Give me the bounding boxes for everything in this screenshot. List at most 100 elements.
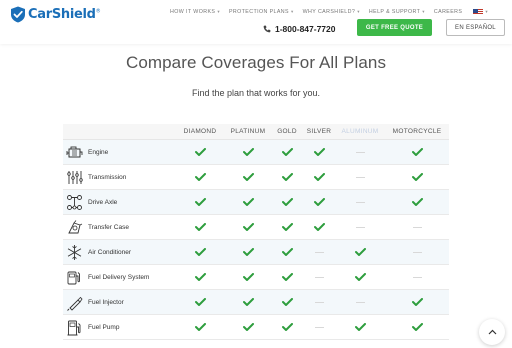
check-icon	[242, 248, 254, 256]
check-icon	[281, 248, 293, 256]
table-header-row: DIAMOND PLATINUM GOLD SILVER ALUMINUM MOTORCY…	[63, 124, 449, 140]
check-icon	[281, 273, 293, 281]
nav-item-protection-plans[interactable]: PROTECTION PLANS ▾	[229, 9, 294, 15]
coverage-cell	[385, 265, 449, 289]
feature-name: Engine	[88, 148, 109, 156]
feature-cell: Fuel Pump	[63, 319, 175, 336]
main-nav: HOW IT WORKS ▾ PROTECTION PLANS ▾ WHY CARSHI…	[170, 9, 497, 15]
coverage-cell	[271, 265, 303, 289]
coverage-cell	[385, 165, 449, 189]
nav-item-how-it-works[interactable]: HOW IT WORKS ▾	[170, 9, 220, 15]
coverage-cell	[175, 290, 225, 314]
coverage-cell	[271, 290, 303, 314]
plan-header-diamond: DIAMOND	[183, 128, 217, 135]
en-espanol-button[interactable]: EN ESPAÑOL	[446, 19, 505, 36]
get-free-quote-button[interactable]: GET FREE QUOTE	[357, 19, 432, 36]
check-icon	[194, 223, 206, 231]
check-icon	[354, 273, 366, 281]
snowflake-icon	[66, 244, 83, 261]
feature-name: Fuel Injector	[88, 298, 124, 306]
scroll-to-top-button[interactable]	[479, 319, 505, 345]
plan-header-motorcycle: MOTORCYCLE	[392, 128, 442, 135]
feature-name: Air Conditioner	[88, 248, 131, 256]
fuel-delivery-icon	[66, 269, 83, 286]
language-flag-selector[interactable]: ▾	[471, 9, 488, 15]
feature-name: Fuel Delivery System	[88, 273, 150, 281]
feature-name: Transmission	[88, 173, 127, 181]
coverage-cell	[385, 215, 449, 239]
phone-number[interactable]: 1-800-847-7720	[263, 24, 336, 34]
coverage-cell	[335, 290, 385, 314]
check-icon	[194, 148, 206, 156]
engine-icon	[66, 144, 83, 161]
nav-item-why-carshield[interactable]: WHY CARSHIELD? ▾	[303, 9, 360, 15]
check-icon	[354, 323, 366, 331]
coverage-cell	[303, 315, 335, 339]
coverage-cell	[271, 315, 303, 339]
coverage-cell	[175, 240, 225, 264]
coverage-cell	[175, 140, 225, 164]
feature-cell: Air Conditioner	[63, 244, 175, 261]
feature-name: Fuel Pump	[88, 323, 120, 331]
nav-item-label: HELP & SUPPORT	[368, 9, 421, 15]
not-covered-dash	[314, 301, 324, 303]
feature-cell: Drive Axle	[63, 194, 175, 211]
coverage-cell	[175, 215, 225, 239]
coverage-cell	[175, 190, 225, 214]
table-row: Fuel Delivery System	[63, 265, 449, 290]
plan-header-platinum: PLATINUM	[230, 128, 266, 135]
feature-cell: Fuel Injector	[63, 294, 175, 311]
check-icon	[354, 248, 366, 256]
coverage-cell	[271, 240, 303, 264]
coverage-cell	[175, 165, 225, 189]
not-covered-dash	[355, 176, 365, 178]
not-covered-dash	[355, 301, 365, 303]
carshield-logo[interactable]: CarShield®	[10, 6, 101, 23]
check-icon	[281, 148, 293, 156]
chevron-down-icon: ▾	[357, 9, 360, 14]
nav-item-label: PROTECTION PLANS	[228, 9, 289, 15]
not-covered-dash	[314, 276, 324, 278]
check-icon	[281, 198, 293, 206]
coverage-cell	[225, 140, 271, 164]
table-row: Air Conditioner	[63, 240, 449, 265]
fuel-injector-icon	[66, 294, 83, 311]
check-icon	[242, 223, 254, 231]
check-icon	[242, 323, 254, 331]
check-icon	[411, 198, 423, 206]
site-header: CarShield® HOW IT WORKS ▾ PROTECTION PLANS…	[0, 0, 512, 44]
not-covered-dash	[314, 251, 324, 253]
coverage-cell	[385, 140, 449, 164]
check-icon	[281, 223, 293, 231]
coverage-cell	[303, 140, 335, 164]
nav-item-help-support[interactable]: HELP & SUPPORT ▾	[369, 9, 425, 15]
coverage-cell	[335, 315, 385, 339]
coverage-cell	[225, 290, 271, 314]
coverage-cell	[335, 190, 385, 214]
chevron-up-icon	[488, 329, 496, 335]
nav-item-careers[interactable]: CAREERS	[434, 9, 462, 15]
check-icon	[194, 323, 206, 331]
fuel-pump-icon	[66, 319, 83, 336]
coverage-cell	[225, 215, 271, 239]
check-icon	[242, 198, 254, 206]
chevron-down-icon: ▾	[485, 9, 488, 14]
coverage-cell	[385, 240, 449, 264]
coverage-cell	[271, 215, 303, 239]
coverage-cell	[335, 240, 385, 264]
check-icon	[313, 173, 325, 181]
us-flag-icon	[473, 9, 484, 15]
check-icon	[313, 198, 325, 206]
coverage-cell	[335, 215, 385, 239]
transmission-icon	[66, 169, 83, 186]
coverage-cell	[335, 165, 385, 189]
check-icon	[194, 173, 206, 181]
phone-icon	[263, 25, 271, 33]
phone-text: 1-800-847-7720	[275, 24, 336, 34]
transfer-case-icon	[66, 219, 83, 236]
feature-cell: Fuel Delivery System	[63, 269, 175, 286]
coverage-cell	[271, 140, 303, 164]
feature-cell: Transfer Case	[63, 219, 175, 236]
coverage-cell	[385, 290, 449, 314]
drive-axle-icon	[66, 194, 83, 211]
